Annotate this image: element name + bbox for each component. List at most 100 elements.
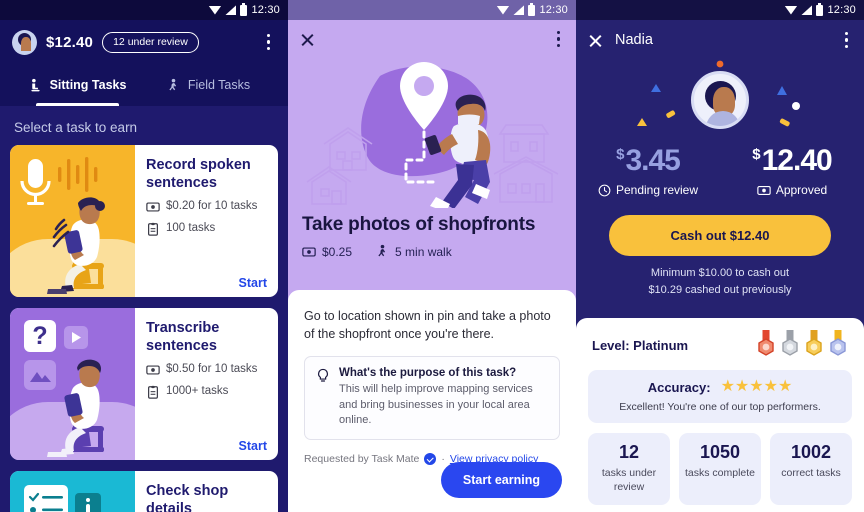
screen-task-list: 12:30 $12.40 12 under review Sitting Tas… <box>0 0 288 512</box>
accuracy-stars: ★★★★★ <box>720 378 793 395</box>
tab-field-label: Field Tasks <box>187 78 251 92</box>
approved-label: Approved <box>775 183 828 197</box>
stat-label: tasks complete <box>684 467 756 479</box>
pending-amount-block: $3.45 Pending review <box>576 146 720 197</box>
task-card-info: Check shop details <box>135 471 278 512</box>
wifi-icon <box>784 5 798 15</box>
status-time: 12:30 <box>251 4 280 16</box>
approved-amount-block: $12.40 Approved <box>720 144 864 198</box>
stat-number: 12 <box>618 442 640 462</box>
balance-amount: $12.40 <box>46 33 94 51</box>
stat-label: tasks under review <box>601 467 657 493</box>
transcribe-illustration: ? <box>10 308 135 460</box>
task-detail-pay: $0.25 <box>322 244 353 259</box>
task-detail-title: Take photos of shopfronts <box>302 214 536 235</box>
requested-by-text: Requested by Task Mate <box>304 453 420 466</box>
status-bar: 12:30 <box>288 0 576 20</box>
separator-dot: · <box>441 453 445 466</box>
stat-correct-tasks: 1002 correct tasks <box>770 433 852 506</box>
walking-person-icon <box>169 78 176 90</box>
signal-icon <box>513 5 525 15</box>
stat-number: 1002 <box>790 442 832 462</box>
status-time: 12:30 <box>539 4 568 16</box>
start-earning-button[interactable]: Start earning <box>440 462 562 498</box>
money-icon <box>146 202 160 212</box>
stat-tasks-under-review: 12 tasks under review <box>588 433 670 506</box>
under-review-badge[interactable]: 12 under review <box>102 31 199 53</box>
task-card-title: Transcribe sentences <box>146 320 220 355</box>
cash-out-button[interactable]: Cash out $12.40 <box>609 215 831 256</box>
shopfront-illustration <box>288 58 576 208</box>
accuracy-label: Accuracy: <box>647 379 711 395</box>
more-options-icon[interactable] <box>263 30 275 55</box>
tab-field-tasks[interactable]: Field Tasks <box>143 64 274 106</box>
lightbulb-icon <box>318 369 328 382</box>
bronze-medal-icon <box>758 330 774 356</box>
walking-person-icon <box>378 244 386 257</box>
task-list-body: Select a task to earn Record spoken sent… <box>0 106 288 512</box>
pending-value: 3.45 <box>625 144 680 177</box>
clock-icon <box>598 184 611 196</box>
avatar[interactable] <box>691 71 749 129</box>
task-card-info: Record spoken sentences $0.20 for 10 tas… <box>135 145 278 297</box>
battery-icon <box>528 2 536 16</box>
wifi-icon <box>208 5 222 15</box>
close-icon[interactable] <box>588 33 603 48</box>
profile-header: Nadia <box>576 20 864 60</box>
stats-row: 12 tasks under review 1050 tasks complet… <box>588 433 852 506</box>
profile-name: Nadia <box>615 32 653 48</box>
medals-group <box>756 330 848 360</box>
level-label: Level: Platinum <box>592 337 689 353</box>
profile-avatar-area <box>576 60 864 140</box>
start-button[interactable]: Start <box>239 439 267 453</box>
task-description: Go to location shown in pin and take a p… <box>304 309 551 342</box>
close-icon[interactable] <box>300 32 315 47</box>
gold-medal-icon <box>806 330 822 356</box>
more-options-icon[interactable] <box>841 28 853 53</box>
signal-icon <box>225 5 237 15</box>
pending-label: Pending review <box>615 183 699 197</box>
verified-badge-icon <box>424 453 437 466</box>
screenshot-root: 12:30 $12.40 12 under review Sitting Tas… <box>0 0 864 512</box>
profile-stats-sheet: Level: Platinum Accuracy: ★★★★★ Excellen… <box>576 318 864 512</box>
task-card-title: Record spoken sentences <box>146 157 251 192</box>
tab-sitting-label: Sitting Tasks <box>49 78 127 92</box>
status-bar: 12:30 <box>576 0 864 20</box>
accuracy-card: Accuracy: ★★★★★ Excellent! You're one of… <box>588 370 852 423</box>
task-card-title: Check shop details <box>146 483 229 512</box>
task-card-count: 100 tasks <box>146 221 267 236</box>
wifi-icon <box>496 5 510 15</box>
purpose-body: This will help improve mapping services … <box>339 383 533 427</box>
checklist-illustration <box>10 471 135 512</box>
task-card-info: Transcribe sentences $0.50 for 10 tasks <box>135 308 278 460</box>
task-card-check-shop[interactable]: Check shop details <box>10 471 278 512</box>
avatar[interactable] <box>12 29 37 55</box>
status-time: 12:30 <box>827 4 856 16</box>
screen-profile: 12:30 Nadia $3.45 Pending review $12.40 … <box>576 0 864 512</box>
screen-task-detail: 12:30 Take photos of shopfronts $0.25 5 … <box>288 0 576 512</box>
pending-currency: $ <box>616 146 625 163</box>
stat-number: 1050 <box>699 442 741 462</box>
previous-cashout-note: $10.29 cashed out previously <box>648 283 792 296</box>
task-detail-walk: 5 min walk <box>395 244 452 259</box>
battery-icon <box>240 2 248 16</box>
clipboard-icon <box>148 223 158 236</box>
more-options-icon[interactable] <box>553 27 565 52</box>
task-card-record-spoken[interactable]: Record spoken sentences $0.20 for 10 tas… <box>10 145 278 297</box>
approved-value: 12.40 <box>761 144 833 177</box>
battery-icon <box>816 2 824 16</box>
minimum-note: Minimum $10.00 to cash out <box>650 267 790 279</box>
task-card-pay: $0.20 for 10 tasks <box>146 199 267 214</box>
money-icon <box>146 365 160 375</box>
task-detail-sheet: Go to location shown in pin and take a p… <box>288 290 576 512</box>
stat-label: correct tasks <box>781 467 841 479</box>
signal-icon <box>801 5 813 15</box>
start-button[interactable]: Start <box>239 276 267 290</box>
task-card-count: 1000+ tasks <box>146 384 267 399</box>
section-title: Select a task to earn <box>14 120 138 135</box>
task-purpose-box: What's the purpose of this task? This wi… <box>304 356 560 441</box>
microphone-illustration <box>10 145 135 297</box>
task-card-transcribe[interactable]: ? Transcribe sentences $0.50 for 10 task… <box>10 308 278 460</box>
tab-sitting-tasks[interactable]: Sitting Tasks <box>12 64 143 106</box>
clipboard-icon <box>148 386 158 399</box>
